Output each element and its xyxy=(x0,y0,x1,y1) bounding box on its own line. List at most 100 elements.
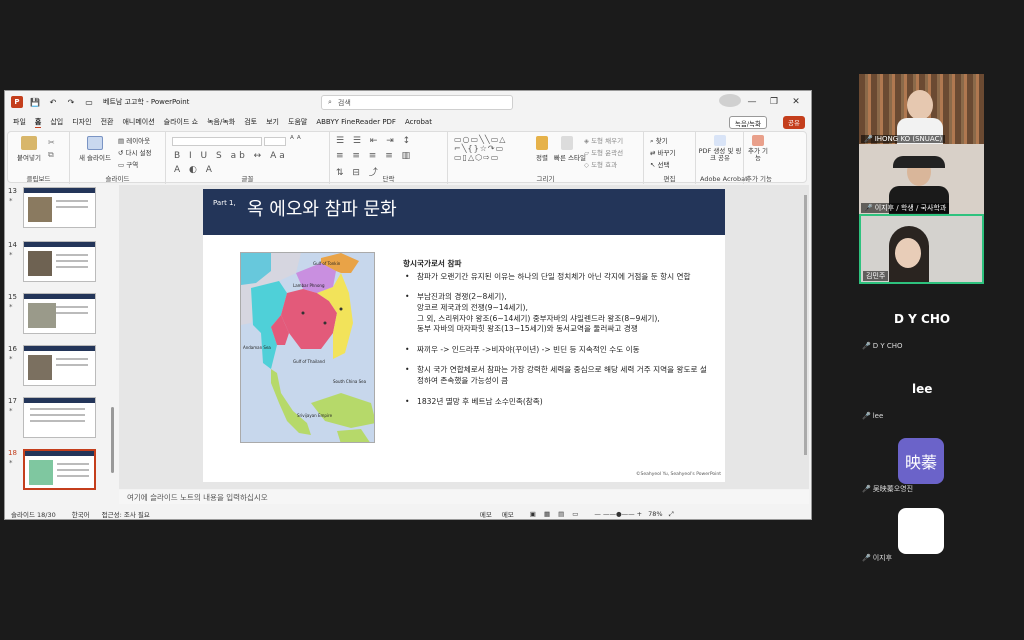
font-style-buttons[interactable]: B I U S ab ↔ Aa xyxy=(174,151,288,161)
font-size-select[interactable] xyxy=(264,137,286,146)
participant-video[interactable]: 🎤 IHONG KO (SNUAC) xyxy=(859,74,984,144)
cut-icon[interactable]: ✂ xyxy=(48,138,55,147)
present-icon[interactable]: ▭ xyxy=(83,96,95,108)
shape-outline-button[interactable]: ▱ 도형 윤곽선 xyxy=(584,147,623,157)
arrange-button[interactable]: 정렬 xyxy=(532,136,552,162)
participant-avatar[interactable] xyxy=(898,508,944,554)
section-label: 구역 xyxy=(126,161,139,169)
layout-button[interactable]: ▤ 레이아웃 xyxy=(118,135,150,145)
tab-acrobat[interactable]: Acrobat xyxy=(405,118,432,126)
minimize-button[interactable]: — xyxy=(741,97,763,107)
language-indicator[interactable]: 한국어 xyxy=(72,509,90,519)
participant-display-name: lee xyxy=(912,382,933,396)
copy-icon[interactable]: ⧉ xyxy=(48,150,54,160)
pdf-icon xyxy=(714,135,726,146)
font-size-buttons[interactable]: ᴬᴬ xyxy=(290,135,304,145)
replace-button[interactable]: ⇄ 바꾸기 xyxy=(650,147,675,157)
new-slide-icon xyxy=(87,136,103,150)
section-button[interactable]: ▭ 구역 xyxy=(118,159,138,169)
thumbnails-scrollbar[interactable] xyxy=(111,407,114,473)
tab-design[interactable]: 디자인 xyxy=(72,117,91,127)
tab-help[interactable]: 도움말 xyxy=(288,117,307,127)
group-clipboard: 붙여넣기 ✂ ⧉ 클립보드 xyxy=(8,132,70,184)
participant-video[interactable]: 🎤 이지후 / 학생 / 국사학과 xyxy=(859,144,984,214)
reset-icon: ↺ xyxy=(118,149,126,157)
slide-thumbnail[interactable] xyxy=(23,397,96,438)
zoom-slider[interactable]: — ——●—— + xyxy=(594,510,642,518)
notes-toggle[interactable]: 메모 xyxy=(480,509,492,519)
arrange-label: 정렬 xyxy=(536,154,548,162)
slide-thumbnail[interactable] xyxy=(23,293,96,334)
ribbon-tabs: 파일 홈 삽입 디자인 전환 애니메이션 슬라이드 쇼 녹음/녹화 검토 보기 … xyxy=(5,115,811,129)
slide-thumbnail-selected[interactable] xyxy=(23,449,96,490)
shape-effects-button[interactable]: ◇ 도형 효과 xyxy=(584,159,617,169)
addins-icon xyxy=(752,135,764,146)
tab-transitions[interactable]: 전환 xyxy=(101,117,114,127)
slide-thumbnail[interactable] xyxy=(23,241,96,282)
new-slide-button[interactable]: 새 슬라이드 xyxy=(76,136,114,162)
undo-icon[interactable]: ↶ xyxy=(47,96,59,108)
paste-button[interactable]: 붙여넣기 xyxy=(14,136,44,162)
quick-styles-button[interactable]: 빠른 스타일 xyxy=(554,136,586,162)
account-avatar[interactable] xyxy=(719,94,741,110)
current-slide[interactable]: Part 1, 옥 에오와 참파 문화 Gulf of Tonkin Andam… xyxy=(203,189,725,482)
tab-home[interactable]: 홈 xyxy=(34,117,42,128)
shape-fill-button[interactable]: ◈ 도형 채우기 xyxy=(584,135,623,145)
arrange-icon xyxy=(536,136,548,150)
tab-abbyy[interactable]: ABBYY FineReader PDF xyxy=(316,118,396,126)
tab-file[interactable]: 파일 xyxy=(13,117,26,127)
slide-thumbnail[interactable] xyxy=(23,345,96,386)
map-label: South China Sea xyxy=(333,379,367,384)
slide-scrollbar[interactable] xyxy=(804,195,807,455)
redo-icon[interactable]: ↷ xyxy=(65,96,77,108)
fit-slide-icon[interactable]: ⤢ xyxy=(669,510,674,519)
close-button[interactable]: ✕ xyxy=(785,97,807,107)
save-icon[interactable]: 💾 xyxy=(29,96,41,108)
pdf-share-label: PDF 생성 및 링크 공유 xyxy=(698,147,742,163)
comments-toggle[interactable]: 메모 xyxy=(502,509,514,519)
slide-thumbnail[interactable] xyxy=(23,187,96,228)
font-family-select[interactable] xyxy=(172,137,262,146)
group-label-drawing: 그리기 xyxy=(536,175,555,183)
align-buttons[interactable]: ≡ ≡ ≡ ≡ ▥ xyxy=(336,151,413,161)
tab-slideshow[interactable]: 슬라이드 쇼 xyxy=(164,117,198,127)
transition-star-icon: * xyxy=(9,303,13,311)
participant-label: 🎤 lee xyxy=(862,412,884,420)
pdf-share-button[interactable]: PDF 생성 및 링크 공유 xyxy=(698,135,742,162)
bullet-item: 짜끼우 -> 인드라푸 ->비자야(꾸이년) -> 빈딘 등 지속적인 수도 이… xyxy=(403,345,713,356)
accessibility-status[interactable]: 접근성: 조사 필요 xyxy=(102,509,150,519)
map-label: Srivijayan Empire xyxy=(297,413,333,418)
tab-animations[interactable]: 애니메이션 xyxy=(122,117,154,127)
tab-view[interactable]: 보기 xyxy=(266,117,279,127)
tab-record[interactable]: 녹음/녹화 xyxy=(207,117,235,127)
group-label-font: 글꼴 xyxy=(241,175,254,183)
list-buttons[interactable]: ☰ ☰ ⇤ ⇥ ↕ xyxy=(336,136,413,146)
search-input[interactable]: ⌕ 검색 xyxy=(321,95,513,110)
view-buttons[interactable]: ▣▦▤▭ xyxy=(530,510,587,518)
participant-label: 🎤 이지후 xyxy=(862,554,893,562)
slide-header-bar: Part 1, 옥 에오와 참파 문화 xyxy=(203,189,725,235)
tab-insert[interactable]: 삽입 xyxy=(50,117,63,127)
addins-button[interactable]: 추가 기능 xyxy=(746,135,770,162)
participant-avatar[interactable]: 映蓁 xyxy=(898,438,944,484)
bullet-item: 참파가 오랜기간 유지된 이유는 하나의 단일 정치체가 아닌 각지에 거점을 … xyxy=(403,272,713,283)
notes-pane[interactable]: 여기에 슬라이드 노트의 내용을 입력하십시오 xyxy=(119,490,809,504)
reset-label: 다시 설정 xyxy=(125,149,152,157)
record-button[interactable]: 녹음/녹화 xyxy=(728,116,767,129)
group-paragraph: ☰ ☰ ⇤ ⇥ ↕ ≡ ≡ ≡ ≡ ▥ ⇅ ⊟ ⤴ 단락 xyxy=(330,132,448,184)
shapes-gallery[interactable]: ▭○▭╲╲▭△ ⌐╲{}☆↷▭ ▭▯△⬡⇨▭ xyxy=(454,135,506,162)
maximize-button[interactable]: ❐ xyxy=(763,97,785,107)
share-button[interactable]: 공유 xyxy=(783,116,805,129)
participant-label: 🎤 吴映蓁오영진 xyxy=(862,485,914,493)
participant-name: 🎤 이지후 / 학생 / 국사학과 xyxy=(861,203,950,213)
group-drawing: ▭○▭╲╲▭△ ⌐╲{}☆↷▭ ▭▯△⬡⇨▭ 정렬 빠른 스타일 ◈ 도형 채우기 … xyxy=(448,132,644,184)
select-button[interactable]: ↖ 선택 xyxy=(650,159,669,169)
reset-button[interactable]: ↺ 다시 설정 xyxy=(118,147,152,157)
participant-video-active-speaker[interactable]: 김민주 xyxy=(859,214,984,284)
slide-text-box[interactable]: 항시국가로서 참파 참파가 오랜기간 유지된 이유는 하나의 단일 정치체가 아… xyxy=(403,259,713,417)
group-label-slides: 슬라이드 xyxy=(105,175,130,183)
find-button[interactable]: ⌕ 찾기 xyxy=(650,135,668,146)
tab-review[interactable]: 검토 xyxy=(244,117,257,127)
zoom-level[interactable]: 78% xyxy=(648,510,662,518)
replace-label: 바꾸기 xyxy=(657,149,676,157)
